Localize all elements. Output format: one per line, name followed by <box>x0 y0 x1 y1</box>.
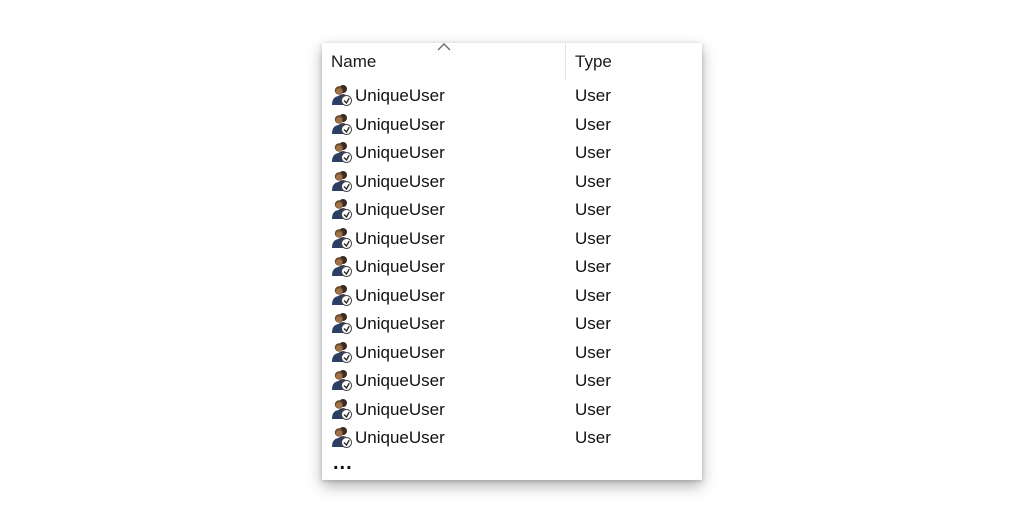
item-type: User <box>575 257 611 276</box>
item-type: User <box>575 285 611 305</box>
item-type: User <box>575 200 611 219</box>
list-item[interactable]: UniqueUser User <box>322 224 702 253</box>
item-name: UniqueUser <box>355 143 445 162</box>
user-icon <box>332 85 352 106</box>
list-item[interactable]: UniqueUser User <box>322 338 702 367</box>
list-body: UniqueUser User UniqueUser User UniqueUs… <box>322 81 702 452</box>
user-icon <box>332 142 352 163</box>
item-type: User <box>575 143 611 162</box>
user-icon <box>332 199 352 220</box>
item-type: User <box>575 428 611 447</box>
list-item[interactable]: UniqueUser User <box>322 195 702 224</box>
column-header-type[interactable]: Type <box>575 52 612 72</box>
column-divider[interactable] <box>565 43 566 80</box>
list-item[interactable]: UniqueUser User <box>322 81 702 110</box>
item-name: UniqueUser <box>355 86 445 105</box>
item-type: User <box>575 86 611 105</box>
user-icon <box>332 427 352 448</box>
user-icon <box>332 227 352 249</box>
item-type: User <box>575 342 611 362</box>
list-item[interactable]: UniqueUser User <box>322 395 702 424</box>
user-icon <box>332 256 352 277</box>
more-indicator: ... <box>333 452 353 474</box>
item-name: UniqueUser <box>355 285 445 305</box>
list-header: Name Type <box>322 43 702 81</box>
user-list-panel: Name Type UniqueUser User UniqueUser Use… <box>322 43 702 480</box>
item-name: UniqueUser <box>355 257 445 276</box>
user-icon <box>332 370 352 391</box>
item-name: UniqueUser <box>355 371 445 390</box>
list-item[interactable]: UniqueUser User <box>322 366 702 395</box>
item-name: UniqueUser <box>355 114 445 134</box>
item-name: UniqueUser <box>355 428 445 447</box>
user-icon <box>332 398 352 420</box>
item-name: UniqueUser <box>355 200 445 219</box>
list-item[interactable]: UniqueUser User <box>322 423 702 452</box>
list-item[interactable]: UniqueUser User <box>322 110 702 139</box>
item-name: UniqueUser <box>355 314 445 333</box>
item-type: User <box>575 371 611 390</box>
user-icon <box>332 113 352 135</box>
item-name: UniqueUser <box>355 342 445 362</box>
item-name: UniqueUser <box>355 399 445 419</box>
item-type: User <box>575 399 611 419</box>
user-icon <box>332 284 352 306</box>
list-item[interactable]: UniqueUser User <box>322 167 702 196</box>
user-icon <box>332 170 352 192</box>
list-item[interactable]: UniqueUser User <box>322 252 702 281</box>
user-icon <box>332 341 352 363</box>
item-type: User <box>575 314 611 333</box>
column-header-name[interactable]: Name <box>331 52 376 72</box>
item-type: User <box>575 228 611 248</box>
item-name: UniqueUser <box>355 228 445 248</box>
list-item[interactable]: UniqueUser User <box>322 309 702 338</box>
item-name: UniqueUser <box>355 171 445 191</box>
list-item[interactable]: UniqueUser User <box>322 138 702 167</box>
item-type: User <box>575 171 611 191</box>
sort-up-icon <box>437 43 451 51</box>
list-item[interactable]: UniqueUser User <box>322 281 702 310</box>
item-type: User <box>575 114 611 134</box>
user-icon <box>332 313 352 334</box>
